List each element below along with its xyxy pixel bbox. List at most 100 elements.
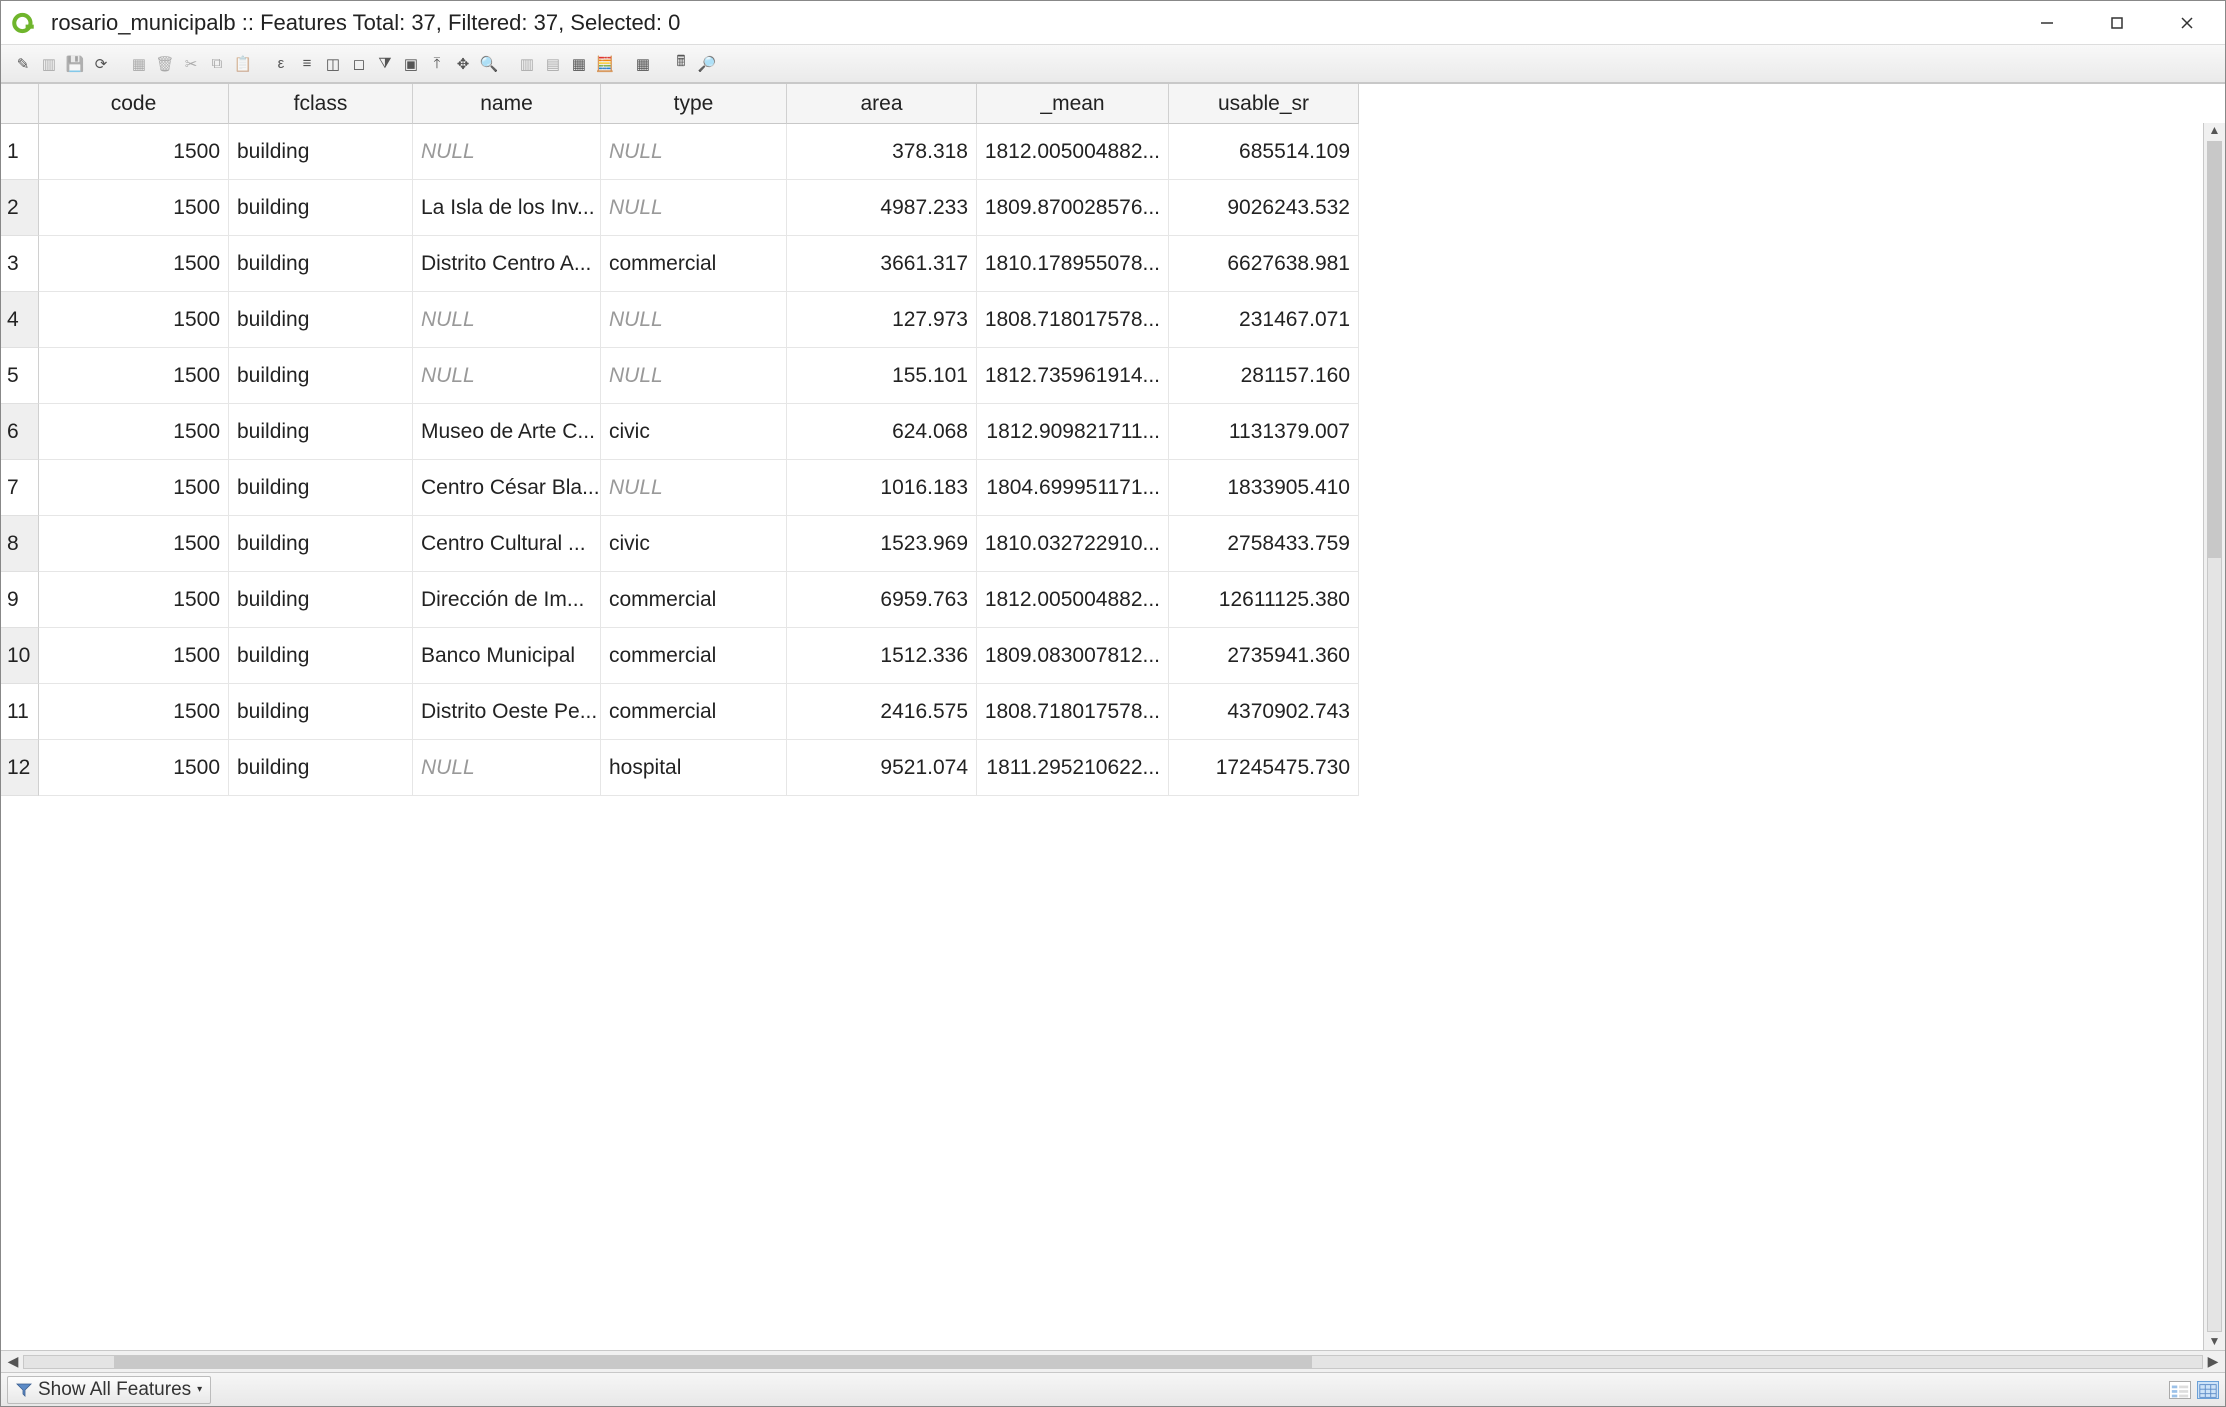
expression-select-icon[interactable]: ε bbox=[269, 52, 293, 76]
maximize-button[interactable] bbox=[2097, 6, 2137, 40]
cell-code[interactable]: 1500 bbox=[39, 348, 229, 404]
cell-type[interactable]: civic bbox=[601, 516, 787, 572]
column-header-_mean[interactable]: _mean bbox=[977, 84, 1169, 124]
row-header[interactable]: 5 bbox=[1, 348, 39, 404]
organize-columns-icon[interactable]: ▦ bbox=[567, 52, 591, 76]
cell-name[interactable]: NULL bbox=[413, 740, 601, 796]
row-header[interactable]: 12 bbox=[1, 740, 39, 796]
pan-to-icon[interactable]: ✥ bbox=[451, 52, 475, 76]
deselect-icon[interactable]: ◻ bbox=[347, 52, 371, 76]
cell-name[interactable]: Centro César Bla... bbox=[413, 460, 601, 516]
cell-fclass[interactable]: building bbox=[229, 292, 413, 348]
select-all-icon[interactable]: ≡ bbox=[295, 52, 319, 76]
cell-name[interactable]: Museo de Arte C... bbox=[413, 404, 601, 460]
scroll-right-arrow-icon[interactable]: ▶ bbox=[2205, 1353, 2221, 1370]
cell-area[interactable]: 9521.074 bbox=[787, 740, 977, 796]
cell-_mean[interactable]: 1809.870028576... bbox=[977, 180, 1169, 236]
cell-fclass[interactable]: building bbox=[229, 348, 413, 404]
cell-type[interactable]: NULL bbox=[601, 292, 787, 348]
filter-selection-icon[interactable]: ⧩ bbox=[373, 52, 397, 76]
hscroll-thumb[interactable] bbox=[114, 1356, 1312, 1368]
cell-type[interactable]: hospital bbox=[601, 740, 787, 796]
corner-cell[interactable] bbox=[1, 84, 39, 124]
cell-type[interactable]: NULL bbox=[601, 460, 787, 516]
cell-usable_sr[interactable]: 685514.109 bbox=[1169, 124, 1359, 180]
cell-area[interactable]: 155.101 bbox=[787, 348, 977, 404]
cell-_mean[interactable]: 1809.083007812... bbox=[977, 628, 1169, 684]
scroll-up-arrow-icon[interactable]: ▲ bbox=[2204, 123, 2225, 139]
cell-fclass[interactable]: building bbox=[229, 460, 413, 516]
row-header[interactable]: 3 bbox=[1, 236, 39, 292]
cell-_mean[interactable]: 1804.699951171... bbox=[977, 460, 1169, 516]
cell-type[interactable]: NULL bbox=[601, 348, 787, 404]
cell-_mean[interactable]: 1812.005004882... bbox=[977, 572, 1169, 628]
cell-name[interactable]: Dirección de Im... bbox=[413, 572, 601, 628]
cell-code[interactable]: 1500 bbox=[39, 404, 229, 460]
cell-code[interactable]: 1500 bbox=[39, 292, 229, 348]
cell-name[interactable]: NULL bbox=[413, 348, 601, 404]
cell-_mean[interactable]: 1810.178955078... bbox=[977, 236, 1169, 292]
invert-selection-icon[interactable]: ◫ bbox=[321, 52, 345, 76]
cell-fclass[interactable]: building bbox=[229, 180, 413, 236]
cell-name[interactable]: La Isla de los Inv... bbox=[413, 180, 601, 236]
row-header[interactable]: 6 bbox=[1, 404, 39, 460]
cell-type[interactable]: commercial bbox=[601, 236, 787, 292]
cell-usable_sr[interactable]: 9026243.532 bbox=[1169, 180, 1359, 236]
cell-name[interactable]: NULL bbox=[413, 292, 601, 348]
cell-code[interactable]: 1500 bbox=[39, 740, 229, 796]
cell-_mean[interactable]: 1808.718017578... bbox=[977, 292, 1169, 348]
cell-fclass[interactable]: building bbox=[229, 628, 413, 684]
cell-area[interactable]: 6959.763 bbox=[787, 572, 977, 628]
cell-_mean[interactable]: 1812.005004882... bbox=[977, 124, 1169, 180]
cell-_mean[interactable]: 1808.718017578... bbox=[977, 684, 1169, 740]
cell-name[interactable]: Distrito Oeste Pe... bbox=[413, 684, 601, 740]
cell-area[interactable]: 1016.183 bbox=[787, 460, 977, 516]
cell-code[interactable]: 1500 bbox=[39, 572, 229, 628]
reload-icon[interactable]: ⟳ bbox=[89, 52, 113, 76]
cell-fclass[interactable]: building bbox=[229, 572, 413, 628]
cell-fclass[interactable]: building bbox=[229, 684, 413, 740]
column-header-area[interactable]: area bbox=[787, 84, 977, 124]
cell-usable_sr[interactable]: 1131379.007 bbox=[1169, 404, 1359, 460]
conditional-format-icon[interactable]: ▦ bbox=[631, 52, 655, 76]
cell-usable_sr[interactable]: 1833905.410 bbox=[1169, 460, 1359, 516]
cell-code[interactable]: 1500 bbox=[39, 236, 229, 292]
cell-usable_sr[interactable]: 281157.160 bbox=[1169, 348, 1359, 404]
row-header[interactable]: 2 bbox=[1, 180, 39, 236]
cell-usable_sr[interactable]: 6627638.981 bbox=[1169, 236, 1359, 292]
cell-name[interactable]: NULL bbox=[413, 124, 601, 180]
hscroll-track[interactable] bbox=[23, 1355, 2203, 1369]
cell-fclass[interactable]: building bbox=[229, 236, 413, 292]
cell-usable_sr[interactable]: 231467.071 bbox=[1169, 292, 1359, 348]
cell-usable_sr[interactable]: 2758433.759 bbox=[1169, 516, 1359, 572]
cell-area[interactable]: 378.318 bbox=[787, 124, 977, 180]
scroll-left-arrow-icon[interactable]: ◀ bbox=[5, 1353, 21, 1370]
scroll-down-arrow-icon[interactable]: ▼ bbox=[2204, 1334, 2225, 1350]
cell-fclass[interactable]: building bbox=[229, 404, 413, 460]
cell-type[interactable]: commercial bbox=[601, 628, 787, 684]
form-view-button[interactable] bbox=[2169, 1381, 2191, 1399]
field-calculator-icon[interactable]: 🧮 bbox=[593, 52, 617, 76]
row-header[interactable]: 4 bbox=[1, 292, 39, 348]
cell-code[interactable]: 1500 bbox=[39, 628, 229, 684]
cell-name[interactable]: Distrito Centro A... bbox=[413, 236, 601, 292]
cell-_mean[interactable]: 1812.909821711... bbox=[977, 404, 1169, 460]
cell-code[interactable]: 1500 bbox=[39, 460, 229, 516]
cell-usable_sr[interactable]: 17245475.730 bbox=[1169, 740, 1359, 796]
row-header[interactable]: 10 bbox=[1, 628, 39, 684]
column-header-usable_sr[interactable]: usable_sr bbox=[1169, 84, 1359, 124]
show-features-filter-button[interactable]: Show All Features ▾ bbox=[7, 1376, 211, 1404]
close-button[interactable] bbox=[2167, 6, 2207, 40]
cell-type[interactable]: commercial bbox=[601, 684, 787, 740]
cell-name[interactable]: Banco Municipal bbox=[413, 628, 601, 684]
cell-area[interactable]: 127.973 bbox=[787, 292, 977, 348]
cell-name[interactable]: Centro Cultural ... bbox=[413, 516, 601, 572]
vscroll-thumb[interactable] bbox=[2208, 142, 2221, 558]
row-header[interactable]: 1 bbox=[1, 124, 39, 180]
cell-area[interactable]: 624.068 bbox=[787, 404, 977, 460]
cell-area[interactable]: 4987.233 bbox=[787, 180, 977, 236]
cell-fclass[interactable]: building bbox=[229, 124, 413, 180]
column-header-fclass[interactable]: fclass bbox=[229, 84, 413, 124]
select-value-icon[interactable]: ▣ bbox=[399, 52, 423, 76]
cell-usable_sr[interactable]: 12611125.380 bbox=[1169, 572, 1359, 628]
